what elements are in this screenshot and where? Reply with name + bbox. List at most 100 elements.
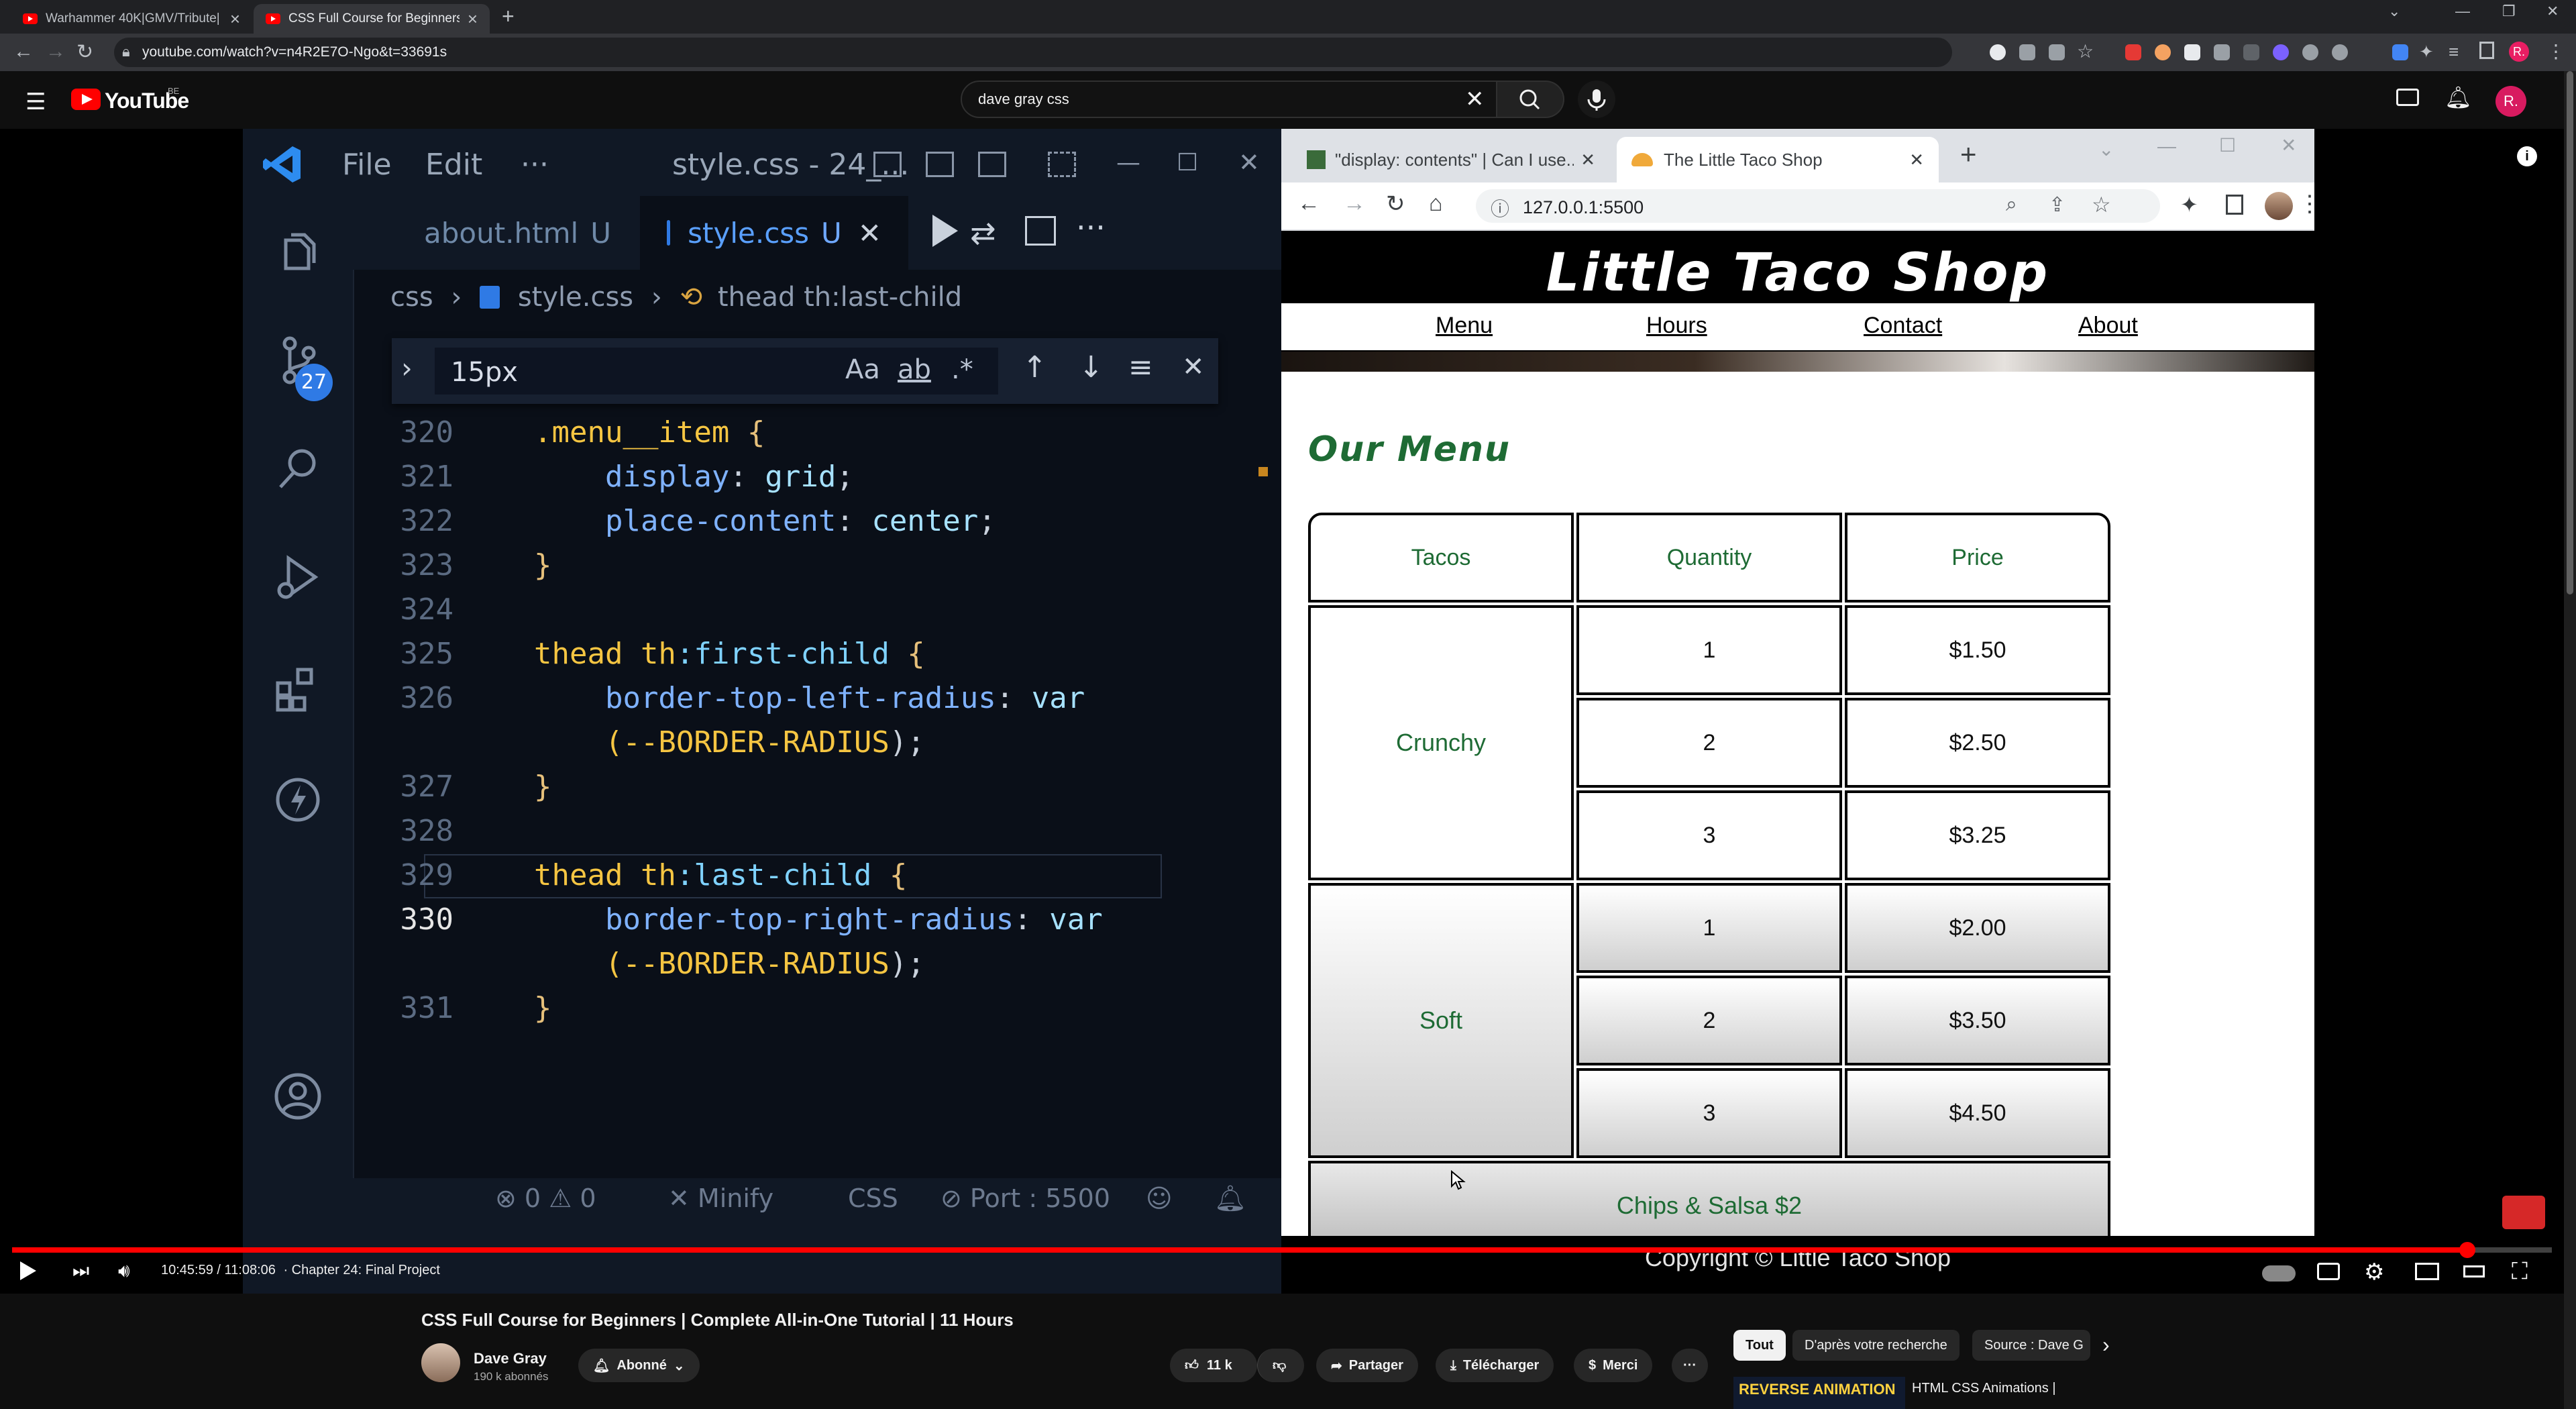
hamburger-menu-icon[interactable]: ☰ (25, 89, 46, 115)
previous-match-icon[interactable]: ↑ (1022, 350, 1047, 384)
profile-avatar[interactable] (2265, 192, 2293, 220)
toggle-panel-icon[interactable] (926, 152, 954, 177)
breadcrumb-symbol[interactable]: thead th:last-child (718, 282, 962, 313)
tab-search-icon[interactable]: ⌄ (2388, 3, 2400, 20)
extension-icon[interactable] (2214, 44, 2230, 60)
autoplay-toggle[interactable] (2262, 1265, 2296, 1282)
tab-search-icon[interactable]: ⌄ (2098, 138, 2114, 160)
notifications-bell-icon[interactable]: 🔔︎ (2445, 85, 2472, 110)
miniplayer-icon[interactable] (2415, 1263, 2439, 1280)
page-scrollbar-thumb[interactable] (2567, 71, 2573, 594)
regex-toggle[interactable]: .* (951, 354, 973, 385)
language-mode[interactable]: CSS (848, 1184, 898, 1213)
code-editor[interactable]: 320 .menu__item {321 display: grid; 322 pl… (353, 411, 1281, 1283)
browser-tab-css-course[interactable]: CSS Full Course for Beginners | C × (254, 4, 490, 34)
chrome-menu-icon[interactable]: ⋮ (2546, 40, 2565, 62)
share-icon[interactable] (2049, 44, 2065, 60)
breadcrumb-folder[interactable]: css (390, 282, 433, 313)
channel-avatar[interactable] (421, 1343, 460, 1382)
site-info-icon[interactable]: ⓘ (1491, 195, 1509, 221)
nav-link-hours[interactable]: Hours (1646, 313, 1707, 339)
settings-gear-icon[interactable]: ⚙︎ (2364, 1259, 2384, 1286)
minify-button[interactable]: ✕ Minify (668, 1184, 773, 1213)
extension-icon[interactable] (2332, 44, 2348, 60)
volume-icon[interactable]: 🔊︎ (118, 1260, 130, 1282)
toggle-sidebar-icon[interactable] (873, 152, 902, 177)
menu-more[interactable]: ··· (521, 148, 549, 182)
chip-source[interactable]: Source : Dave G (1972, 1330, 2090, 1361)
close-window-icon[interactable]: ✕ (1238, 148, 1260, 177)
minimize-icon[interactable]: — (2157, 136, 2176, 157)
profile-avatar[interactable]: R. (2509, 42, 2529, 62)
chapter-title[interactable]: · Chapter 24: Final Project (283, 1263, 439, 1277)
create-video-icon[interactable] (2396, 89, 2419, 106)
search-icon[interactable] (271, 441, 325, 495)
nav-link-contact[interactable]: Contact (1864, 313, 1942, 339)
progress-scrubber[interactable] (2459, 1242, 2475, 1258)
voice-search-button[interactable] (1578, 81, 1615, 118)
subscribed-button[interactable]: 🔔︎ Abonné ⌄ (578, 1349, 700, 1382)
customize-layout-icon[interactable] (1048, 152, 1076, 177)
notifications-icon[interactable]: 🔔︎ (1214, 1184, 1246, 1214)
compare-changes-icon[interactable]: ⇄ (970, 215, 996, 251)
page-scrollbar[interactable] (2564, 71, 2576, 1409)
preview-tab-caniuse[interactable]: "display: contents" | Can I use... S ✕ (1292, 137, 1610, 182)
reload-icon[interactable]: ↻ (76, 40, 93, 64)
channel-name[interactable]: Dave Gray (474, 1350, 547, 1367)
search-input[interactable]: dave gray css ✕ (961, 81, 1497, 118)
new-tab-button[interactable]: + (1960, 138, 1977, 170)
extensions-puzzle-icon[interactable]: ✦ (2419, 42, 2434, 62)
extension-icon[interactable] (2392, 44, 2408, 60)
side-panel-icon[interactable] (2479, 42, 2494, 59)
tab-about-html[interactable]: about.html U (380, 196, 611, 270)
feedback-icon[interactable]: ☺ (1146, 1184, 1173, 1213)
play-icon[interactable] (20, 1261, 36, 1280)
breadcrumb-file[interactable]: style.css (518, 282, 633, 313)
extensions-icon[interactable] (271, 662, 325, 715)
forward-icon[interactable]: → (1343, 191, 1366, 217)
toggle-replace-icon[interactable]: › (401, 352, 413, 384)
back-icon[interactable]: ← (13, 40, 34, 63)
minimize-window-icon[interactable]: — (2455, 3, 2470, 20)
match-case-toggle[interactable]: Aa (845, 354, 880, 385)
search-button[interactable] (1497, 81, 1564, 118)
zoom-icon[interactable]: ⌕ (2006, 193, 2017, 216)
forward-icon[interactable]: → (46, 40, 66, 63)
close-tab-icon[interactable]: ✕ (858, 217, 881, 250)
tab-style-css[interactable]: style.css U ✕ (640, 196, 908, 270)
explorer-icon[interactable] (271, 227, 325, 280)
dislike-button[interactable]: 👎︎ (1257, 1349, 1304, 1382)
maximize-icon[interactable]: ☐ (2219, 134, 2236, 156)
chip-all[interactable]: Tout (1733, 1330, 1786, 1361)
theater-mode-icon[interactable] (2463, 1265, 2485, 1277)
bookmark-star-icon[interactable]: ☆ (2092, 192, 2111, 217)
preview-address-bar[interactable]: ⓘ 127.0.0.1:5500 ⌕ ⇪ ☆ (1476, 189, 2160, 223)
minimize-icon[interactable]: — (1116, 149, 1140, 176)
account-avatar[interactable]: R. (2496, 86, 2526, 117)
share-icon[interactable]: ⇪ (2049, 193, 2065, 217)
back-icon[interactable]: ← (1297, 191, 1320, 217)
side-panel-icon[interactable] (2226, 195, 2243, 215)
close-window-icon[interactable]: ✕ (2281, 134, 2296, 156)
preview-tab-taco-shop[interactable]: The Little Taco Shop ✕ (1617, 137, 1939, 182)
new-tab-button[interactable]: + (502, 4, 515, 29)
extension-icon[interactable] (2155, 44, 2171, 60)
more-actions-button[interactable]: ··· (1672, 1349, 1708, 1382)
share-button[interactable]: ➦ Partager (1316, 1349, 1418, 1382)
subscribe-watermark-icon[interactable] (2502, 1196, 2545, 1229)
nav-link-menu[interactable]: Menu (1436, 313, 1493, 339)
extensions-puzzle-icon[interactable]: ✦ (2180, 192, 2198, 217)
install-app-icon[interactable] (2019, 44, 2035, 60)
bookmark-star-icon[interactable]: ☆ (2077, 40, 2094, 62)
site-info-icon[interactable]: 🔒︎ (122, 43, 130, 60)
close-tab-icon[interactable]: × (230, 9, 240, 30)
close-find-icon[interactable]: ✕ (1182, 352, 1205, 382)
lightning-extension-icon[interactable] (271, 773, 325, 827)
nav-link-about[interactable]: About (2078, 313, 2138, 339)
clear-search-icon[interactable]: ✕ (1465, 86, 1485, 113)
extension-icon[interactable] (2243, 44, 2259, 60)
menu-edit[interactable]: Edit (425, 148, 482, 182)
find-input[interactable]: 15px Aa ab .* (435, 348, 998, 395)
run-file-icon[interactable] (932, 215, 958, 247)
close-tab-icon[interactable]: × (468, 9, 478, 30)
